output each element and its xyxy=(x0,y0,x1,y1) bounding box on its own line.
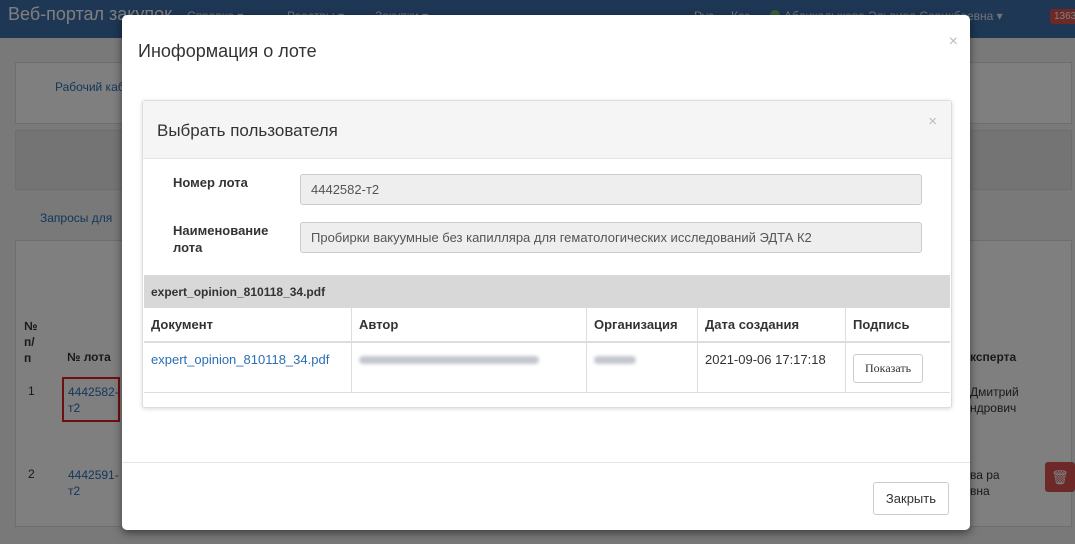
col-author: Автор xyxy=(351,308,587,343)
lot-info-modal: Иноформация о лоте × Выбрать пользовател… xyxy=(122,15,970,530)
lot-number-field[interactable]: 4442582-т2 xyxy=(300,174,922,205)
lot-name-label: Наименование лота xyxy=(173,223,269,255)
table-row: expert_opinion_810118_34.pdf 2021-09-06 … xyxy=(144,342,950,393)
signature-cell: Показать xyxy=(845,342,950,393)
show-signature-button[interactable]: Показать xyxy=(853,354,924,383)
organization-cell xyxy=(586,342,698,393)
author-cell xyxy=(351,342,587,393)
col-document: Документ xyxy=(144,308,352,343)
file-header-bar: expert_opinion_810118_34.pdf xyxy=(144,275,950,308)
created-date-cell: 2021-09-06 17:17:18 xyxy=(697,342,846,393)
documents-table-header: Документ Автор Организация Дата создания… xyxy=(144,308,950,343)
col-organization: Организация xyxy=(586,308,698,343)
close-icon[interactable]: × xyxy=(949,33,958,51)
lot-name-field[interactable]: Пробирки вакуумные без капилляра для гем… xyxy=(300,222,922,253)
select-user-panel: Выбрать пользователя × Номер лота 444258… xyxy=(142,100,952,408)
select-user-title: Выбрать пользователя xyxy=(157,121,338,140)
select-user-header: Выбрать пользователя × xyxy=(143,101,951,159)
modal-title: Иноформация о лоте xyxy=(138,41,317,61)
col-created-date: Дата создания xyxy=(697,308,846,343)
lot-number-label: Номер лота xyxy=(173,175,248,190)
document-cell: expert_opinion_810118_34.pdf xyxy=(144,342,352,393)
organization-redacted xyxy=(594,356,636,364)
inner-close-icon[interactable]: × xyxy=(928,113,937,130)
file-header-name: expert_opinion_810118_34.pdf xyxy=(151,285,326,299)
modal-footer-divider xyxy=(122,462,970,463)
author-redacted xyxy=(359,356,539,364)
document-link[interactable]: expert_opinion_810118_34.pdf xyxy=(151,352,329,367)
documents-table: Документ Автор Организация Дата создания… xyxy=(144,308,950,393)
close-button[interactable]: Закрыть xyxy=(872,482,949,515)
col-signature: Подпись xyxy=(845,308,950,343)
